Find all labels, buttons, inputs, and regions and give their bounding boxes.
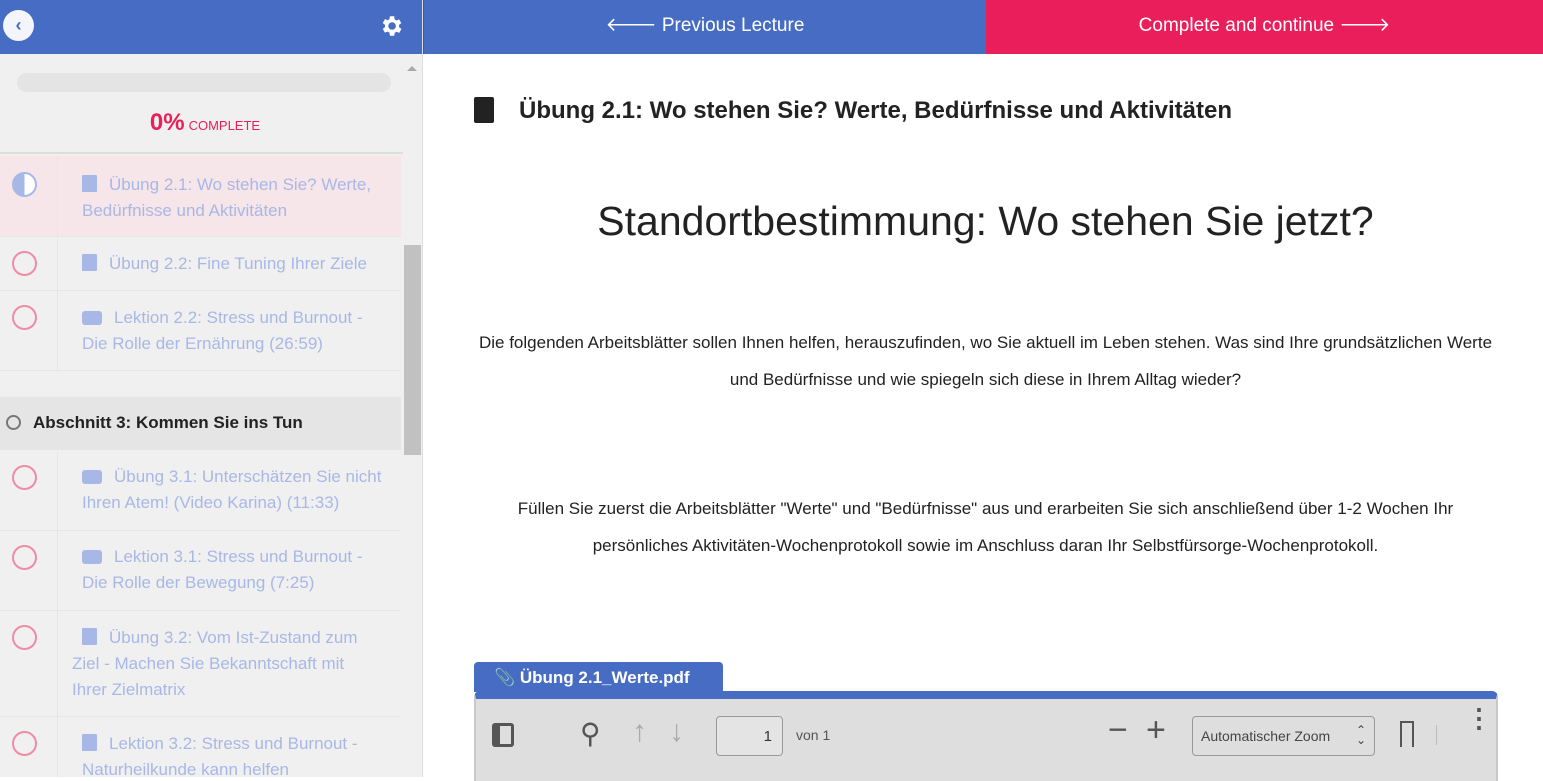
circle-icon bbox=[12, 625, 37, 650]
lecture-item[interactable]: Übung 3.2: Vom Ist-Zustand zum Ziel - Ma… bbox=[0, 611, 401, 717]
paragraph: Füllen Sie zuerst die Arbeitsblätter "We… bbox=[517, 499, 1454, 555]
lecture-item[interactable]: Lektion 3.2: Stress und Burnout - Naturh… bbox=[0, 717, 401, 777]
more-options-icon[interactable]: ⋮ bbox=[1466, 705, 1492, 731]
attachment-tab[interactable]: 📎 Übung 2.1_Werte.pdf bbox=[474, 662, 723, 692]
sidebar-header: ‹ bbox=[0, 0, 422, 54]
scrollbar-thumb[interactable] bbox=[404, 245, 421, 455]
circle-icon bbox=[12, 731, 37, 756]
section-title: Abschnitt 3: Kommen Sie ins Tun bbox=[33, 413, 303, 432]
lecture-title: Lektion 3.1: Stress und Burnout - Die Ro… bbox=[82, 547, 363, 592]
progress-label: COMPLETE bbox=[188, 118, 261, 133]
toolbar-divider bbox=[1436, 725, 1437, 745]
video-icon bbox=[82, 470, 102, 484]
next-page-icon[interactable]: ↓ bbox=[669, 715, 684, 749]
document-icon bbox=[82, 254, 97, 271]
circle-icon bbox=[12, 305, 37, 330]
lecture-title: Übung 3.1: Unterschätzen Sie nicht Ihren… bbox=[82, 467, 382, 512]
progress-bar bbox=[17, 73, 391, 92]
lecture-title: Lektion 3.2: Stress und Burnout - Naturh… bbox=[82, 734, 358, 777]
lecture-title: Übung 3.2: Vom Ist-Zustand zum Ziel - Ma… bbox=[72, 628, 358, 699]
search-icon[interactable]: ⚲ bbox=[580, 717, 601, 750]
pdf-viewer: ⚲ ↑ ↓ 1 von 1 − + Automatischer Zoom ⌃ ⌄ ⋮ bbox=[474, 691, 1498, 781]
zoom-in-icon[interactable]: + bbox=[1146, 711, 1166, 750]
page-number-input[interactable]: 1 bbox=[716, 716, 783, 756]
lecture-item[interactable]: Lektion 2.2: Stress und Burnout - Die Ro… bbox=[0, 291, 401, 371]
back-button[interactable]: ‹ bbox=[3, 10, 34, 41]
circle-icon bbox=[12, 251, 37, 276]
complete-continue-button[interactable]: Complete and continue 🡒 bbox=[986, 0, 1543, 54]
lecture-item[interactable]: Übung 2.2: Fine Tuning Ihrer Ziele bbox=[0, 237, 401, 291]
lecture-item[interactable]: Lektion 3.1: Stress und Burnout - Die Ro… bbox=[0, 531, 401, 611]
progress-percent: 0% bbox=[149, 109, 185, 136]
zoom-select[interactable]: Automatischer Zoom ⌃ ⌄ bbox=[1192, 716, 1375, 756]
section-header[interactable]: Abschnitt 3: Kommen Sie ins Tun bbox=[0, 397, 401, 450]
lecture-item[interactable]: Übung 3.1: Unterschätzen Sie nicht Ihren… bbox=[0, 451, 401, 531]
bookmark-icon[interactable] bbox=[1400, 721, 1414, 747]
lecture-title: Lektion 2.2: Stress und Burnout - Die Ro… bbox=[82, 308, 363, 353]
gear-icon[interactable] bbox=[378, 13, 404, 39]
zoom-value: Automatischer Zoom bbox=[1201, 728, 1331, 744]
attachment-name: Übung 2.1_Werte.pdf bbox=[519, 668, 690, 687]
document-icon bbox=[82, 734, 97, 751]
scroll-up-icon[interactable] bbox=[407, 61, 417, 71]
half-circle-icon bbox=[12, 172, 37, 197]
document-icon bbox=[82, 628, 97, 645]
select-arrows-icon: ⌃ ⌄ bbox=[1355, 723, 1366, 747]
circle-icon bbox=[12, 465, 37, 490]
document-icon bbox=[82, 175, 97, 192]
paragraph: Die folgenden Arbeitsblätter sollen Ihne… bbox=[478, 333, 1493, 389]
lecture-item[interactable]: Übung 2.1: Wo stehen Sie? Werte, Bedürfn… bbox=[0, 156, 401, 237]
zoom-out-icon[interactable]: − bbox=[1108, 711, 1128, 750]
sidebar-toggle-icon[interactable] bbox=[492, 723, 514, 747]
previous-lecture-button[interactable]: 🡐 Previous Lecture bbox=[423, 0, 986, 54]
previous-page-icon[interactable]: ↑ bbox=[632, 715, 647, 749]
lecture-content: Übung 2.1: Wo stehen Sie? Werte, Bedürfn… bbox=[424, 54, 1543, 781]
lecture-title: Übung 2.1: Wo stehen Sie? Werte, Bedürfn… bbox=[82, 175, 372, 220]
page-count: von 1 bbox=[796, 727, 831, 743]
content-heading: Standortbestimmung: Wo stehen Sie jetzt? bbox=[597, 198, 1374, 244]
lecture-title: Übung 2.2: Fine Tuning Ihrer Ziele bbox=[109, 254, 367, 273]
document-icon bbox=[474, 97, 494, 123]
course-sidebar: ‹ 0% COMPLETE Übung 2.1: Wo stehen Sie? W… bbox=[0, 0, 423, 777]
clock-icon bbox=[6, 415, 21, 430]
circle-icon bbox=[12, 545, 37, 570]
course-progress: 0% COMPLETE bbox=[0, 54, 422, 154]
video-icon bbox=[82, 550, 102, 564]
sidebar-scrollbar[interactable] bbox=[403, 54, 422, 777]
video-icon bbox=[82, 311, 102, 325]
lecture-title: Übung 2.1: Wo stehen Sie? Werte, Bedürfn… bbox=[519, 97, 1232, 124]
